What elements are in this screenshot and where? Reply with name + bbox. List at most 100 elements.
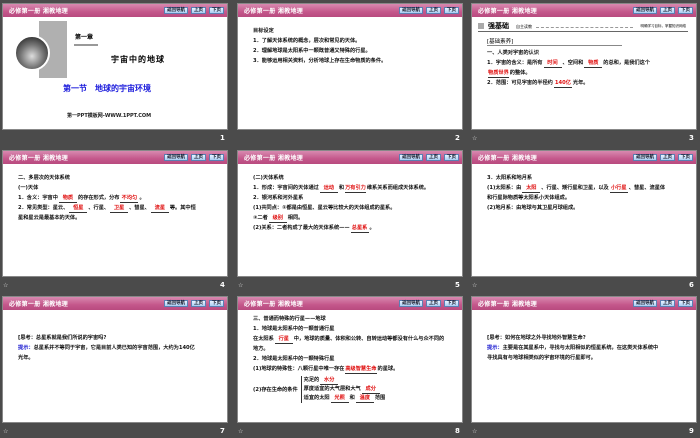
- slide-transition-icon[interactable]: ☆: [472, 428, 477, 435]
- slide-number: 4: [220, 281, 225, 289]
- text-line: [思考：总星系就是我们所说的宇宙吗?: [18, 333, 217, 343]
- back-to-nav-button[interactable]: 返回导航: [633, 153, 657, 161]
- slide-thumbnail-7[interactable]: 必修第一册 湘教地理 返回导航 上页 下页 [思考：总星系就是我们所说的宇宙吗? 提示：总…: [2, 296, 228, 423]
- prev-page-button[interactable]: 上页: [660, 6, 675, 14]
- answer-blank: 总星系: [350, 225, 369, 233]
- header-title: 必修第一册 湘教地理: [244, 301, 304, 308]
- chapter-title: 宇宙中的地球: [111, 55, 165, 64]
- text: 1．了解天体系统的概念，层次和常见的天体。: [253, 38, 361, 44]
- answer-blank: 物质: [584, 60, 603, 68]
- answer-blank: 高级智慧生命: [345, 366, 377, 374]
- slide-thumbnail-8[interactable]: 必修第一册 湘教地理 返回导航 上页 下页三、普通而特殊的行星——地球 1．地球是太阳系…: [237, 296, 463, 423]
- text-line: (一)天体: [18, 183, 217, 193]
- prev-page-button[interactable]: 上页: [191, 6, 206, 14]
- slide-body: 目标设定 1．了解天体系统的概念，层次和常见的天体。 2．理解地球是太阳系中一颗既普…: [253, 26, 452, 66]
- prev-page-button[interactable]: 上页: [191, 153, 206, 161]
- prev-page-button[interactable]: 上页: [426, 299, 441, 307]
- slide-header: 必修第一册 湘教地理 返回导航 上页 下页: [3, 4, 227, 17]
- text: 、空间和: [562, 60, 584, 66]
- text-line: 2．范围：可见宇宙的半径约 140亿 光年。: [487, 78, 686, 88]
- header-title: 必修第一册 湘教地理: [244, 155, 304, 162]
- hint-label: 提示：: [18, 345, 34, 351]
- slide-thumbnail-4[interactable]: 必修第一册 湘教地理 返回导航 上页 下页 二、多层次的天体系统 (一)天体 1．含义：宇宙…: [2, 150, 228, 277]
- back-to-nav-button[interactable]: 返回导航: [164, 6, 188, 14]
- next-page-button[interactable]: 下页: [678, 299, 693, 307]
- back-to-nav-button[interactable]: 返回导航: [633, 6, 657, 14]
- next-page-button[interactable]: 下页: [444, 153, 459, 161]
- slide-transition-icon[interactable]: ☆: [238, 282, 243, 289]
- back-to-nav-button[interactable]: 返回导航: [399, 6, 423, 14]
- text: 范围: [374, 395, 386, 401]
- cover-photo: [14, 35, 50, 71]
- nav-buttons: 返回导航 上页 下页: [633, 299, 693, 307]
- slide-thumbnail-6[interactable]: 必修第一册 湘教地理 返回导航 上页 下页 3．太阳系和地月系 (1)太阳系：由 太阳 、行星…: [471, 150, 697, 277]
- next-page-button[interactable]: 下页: [444, 299, 459, 307]
- slide-thumbnail-3[interactable]: 必修第一册 湘教地理 返回导航 上页 下页 强基础 自主读教 明确学习目标，掌握知识网络 [基…: [471, 3, 697, 130]
- slide-transition-icon[interactable]: ☆: [3, 282, 8, 289]
- text-line: 提示：总星系并不等同于宇宙，它是目前人类已知的宇宙范围，大约为140亿: [18, 343, 217, 353]
- slide-transition-icon[interactable]: ☆: [472, 282, 477, 289]
- text-line: 地方。: [253, 344, 452, 354]
- next-page-button[interactable]: 下页: [678, 153, 693, 161]
- text-line: (2)关系：二者构成了最大的天体系统—— 总星系。: [253, 223, 452, 233]
- answer-blank: 物质: [58, 195, 77, 203]
- slide-number: 8: [455, 427, 460, 435]
- slide-body: 三、普通而特殊的行星——地球 1．地球是太阳系中的一颗普通行星 在太阳系 行星 中，地球…: [253, 314, 452, 403]
- next-page-button[interactable]: 下页: [209, 153, 224, 161]
- prev-page-button[interactable]: 上页: [426, 6, 441, 14]
- text: 、彗星、流星体: [628, 185, 666, 191]
- nav-buttons: 返回导航 上页 下页: [164, 6, 224, 14]
- conditions-brace: 充足的 水分 厚度适宜的大气层和大气 成分 适宜的太阳 光照和温度 范围: [300, 376, 386, 403]
- next-page-button[interactable]: 下页: [209, 299, 224, 307]
- answer-blank: 成分: [361, 386, 380, 394]
- text: (二)天体系统: [253, 175, 284, 181]
- back-to-nav-button[interactable]: 返回导航: [399, 299, 423, 307]
- text: 2．银河系和河外星系: [253, 195, 304, 201]
- slide-header: 必修第一册 湘教地理 返回导航 上页 下页: [472, 297, 696, 310]
- slide-thumbnail-5[interactable]: 必修第一册 湘教地理 返回导航 上页 下页 (二)天体系统 1．形成：宇宙间的天体通过 运动…: [237, 150, 463, 277]
- back-to-nav-button[interactable]: 返回导航: [633, 299, 657, 307]
- text-line: 2．理解地球是太阳系中一颗既普通又特殊的行星。: [253, 46, 452, 56]
- text: 1．地球是太阳系中的一颗普通行星: [253, 326, 335, 332]
- nav-buttons: 返回导航 上页 下页: [633, 153, 693, 161]
- nav-buttons: 返回导航 上页 下页: [399, 153, 459, 161]
- back-to-nav-button[interactable]: 返回导航: [164, 299, 188, 307]
- header-title: 必修第一册 湘教地理: [478, 8, 538, 15]
- slide-transition-icon[interactable]: ☆: [472, 135, 477, 142]
- text: 总星系并不等同于宇宙，它是目前人类已知的宇宙范围，大约为140亿: [33, 345, 195, 351]
- nav-buttons: 返回导航 上页 下页: [399, 6, 459, 14]
- text: 的存在形式，分布: [77, 195, 120, 201]
- text-line: 2．银河系和河外星系: [253, 193, 452, 203]
- slide-thumbnail-9[interactable]: 必修第一册 湘教地理 返回导航 上页 下页 [思考：如何在地球之外寻找地外智慧生命? 提示…: [471, 296, 697, 423]
- answer-blank: 光照: [330, 395, 349, 403]
- text-line: (1)共同点：①都是由恒星、星云等比较大的天体组成的星系。: [253, 203, 452, 213]
- prev-page-button[interactable]: 上页: [426, 153, 441, 161]
- text: (1)太阳系：由: [487, 185, 522, 191]
- slide-body: 二、多层次的天体系统 (一)天体 1．含义：宇宙中 物质 的存在形式，分布 不均匀。 2．常…: [18, 173, 217, 223]
- slide-transition-icon[interactable]: ☆: [238, 428, 243, 435]
- next-page-button[interactable]: 下页: [678, 6, 693, 14]
- chapter-underline: [74, 44, 98, 46]
- condition-item: 厚度适宜的大气层和大气 成分: [304, 385, 386, 394]
- slide-header: 必修第一册 湘教地理 返回导航 上页 下页: [238, 151, 462, 164]
- slide-transition-icon[interactable]: ☆: [3, 428, 8, 435]
- slide-thumbnail-1[interactable]: 必修第一册 湘教地理 返回导航 上页 下页 第一章 宇宙中的地球 第一节 地球的宇宙环境 第一…: [2, 3, 228, 130]
- text: (2)关系：二者构成了最大的天体系统——: [253, 225, 350, 231]
- next-page-button[interactable]: 下页: [444, 6, 459, 14]
- prev-page-button[interactable]: 上页: [660, 299, 675, 307]
- text: 1．含义：宇宙中: [18, 195, 58, 201]
- prev-page-button[interactable]: 上页: [191, 299, 206, 307]
- next-page-button[interactable]: 下页: [209, 6, 224, 14]
- back-to-nav-button[interactable]: 返回导航: [164, 153, 188, 161]
- header-title: 必修第一册 湘教地理: [478, 301, 538, 308]
- slide-thumbnail-2[interactable]: 必修第一册 湘教地理 返回导航 上页 下页 目标设定 1．了解天体系统的概念，层次和常见的…: [237, 3, 463, 130]
- answer-blank: 水分: [320, 377, 339, 385]
- answer-blank: 卫星: [110, 205, 129, 213]
- text: 1．宇宙的含义：是所有: [487, 60, 543, 66]
- text: 和行星际物质等太阳系小天体组成。: [487, 195, 571, 201]
- back-to-nav-button[interactable]: 返回导航: [399, 153, 423, 161]
- text-line: 目标设定: [253, 26, 452, 36]
- slide-number: 5: [455, 281, 460, 289]
- text: 等。其中恒: [169, 205, 196, 211]
- prev-page-button[interactable]: 上页: [660, 153, 675, 161]
